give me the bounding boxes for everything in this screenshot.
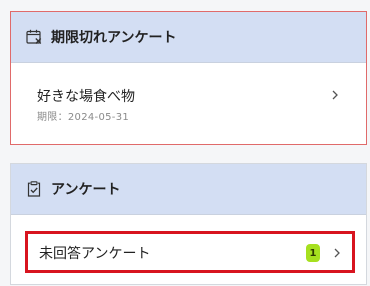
unanswered-count-badge: 1 xyxy=(306,244,320,262)
unanswered-survey-label: 未回答アンケート xyxy=(39,246,151,262)
chevron-right-icon[interactable] xyxy=(330,246,344,260)
unanswered-survey-row[interactable]: 未回答アンケート 1 xyxy=(25,231,355,273)
chevron-right-icon[interactable] xyxy=(328,88,342,102)
expired-survey-item-label: 好きな場食べ物 xyxy=(37,89,135,105)
clipboard-check-icon xyxy=(25,180,43,198)
calendar-x-icon xyxy=(25,28,43,46)
expired-survey-header: 期限切れアンケート xyxy=(11,12,366,63)
expired-survey-item-deadline: 期限：2024-05-31 xyxy=(37,112,130,123)
survey-header: アンケート xyxy=(11,164,366,215)
survey-card: アンケート 未回答アンケート 1 xyxy=(10,163,367,285)
expired-survey-title: 期限切れアンケート xyxy=(51,30,177,46)
survey-title: アンケート xyxy=(51,182,121,198)
expired-survey-card: 期限切れアンケート xyxy=(10,11,367,145)
